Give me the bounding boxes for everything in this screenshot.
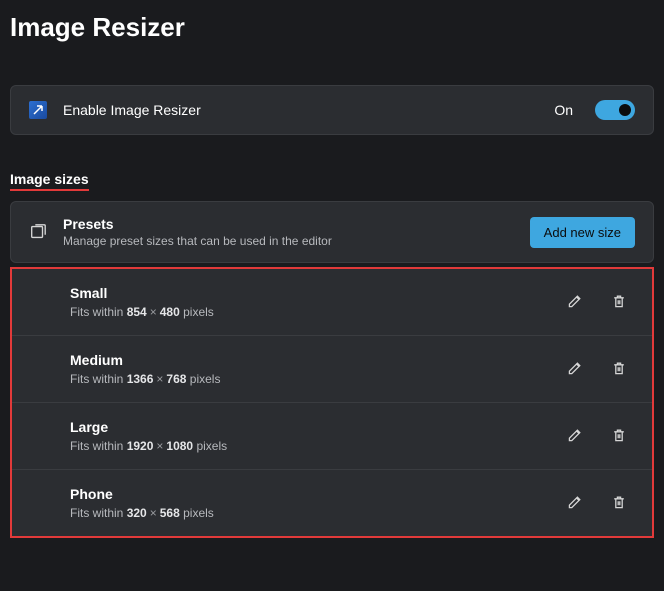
trash-icon (611, 360, 627, 379)
page-title: Image Resizer (10, 12, 654, 43)
toggle-state-text: On (554, 102, 573, 118)
preset-desc: Fits within 1366×768 pixels (70, 372, 546, 386)
edit-preset-button[interactable] (560, 421, 590, 451)
preset-row: Large Fits within 1920×1080 pixels (12, 402, 652, 469)
preset-desc: Fits within 1920×1080 pixels (70, 439, 546, 453)
enable-label: Enable Image Resizer (63, 102, 538, 118)
delete-preset-button[interactable] (604, 354, 634, 384)
section-heading: Image sizes (10, 171, 89, 191)
preset-desc: Fits within 320×568 pixels (70, 506, 546, 520)
edit-preset-button[interactable] (560, 488, 590, 518)
pencil-icon (567, 427, 583, 446)
delete-preset-button[interactable] (604, 488, 634, 518)
pencil-icon (567, 293, 583, 312)
preset-name: Small (70, 285, 546, 301)
presets-header: Presets Manage preset sizes that can be … (10, 201, 654, 263)
delete-preset-button[interactable] (604, 421, 634, 451)
preset-group-icon (29, 223, 47, 241)
preset-name: Medium (70, 352, 546, 368)
image-resizer-icon (29, 101, 47, 119)
edit-preset-button[interactable] (560, 287, 590, 317)
delete-preset-button[interactable] (604, 287, 634, 317)
preset-name: Phone (70, 486, 546, 502)
preset-row: Small Fits within 854×480 pixels (12, 269, 652, 335)
edit-preset-button[interactable] (560, 354, 590, 384)
trash-icon (611, 293, 627, 312)
preset-desc: Fits within 854×480 pixels (70, 305, 546, 319)
preset-name: Large (70, 419, 546, 435)
trash-icon (611, 427, 627, 446)
pencil-icon (567, 360, 583, 379)
section-heading-wrap: Image sizes (10, 171, 89, 191)
presets-subtitle: Manage preset sizes that can be used in … (63, 234, 514, 248)
preset-row: Medium Fits within 1366×768 pixels (12, 335, 652, 402)
preset-list: Small Fits within 854×480 pixels Medium Fit… (10, 267, 654, 538)
enable-card: Enable Image Resizer On (10, 85, 654, 135)
presets-title: Presets (63, 216, 514, 232)
enable-toggle[interactable] (595, 100, 635, 120)
pencil-icon (567, 494, 583, 513)
add-new-size-button[interactable]: Add new size (530, 217, 635, 248)
trash-icon (611, 494, 627, 513)
toggle-knob (619, 104, 631, 116)
preset-row: Phone Fits within 320×568 pixels (12, 469, 652, 536)
